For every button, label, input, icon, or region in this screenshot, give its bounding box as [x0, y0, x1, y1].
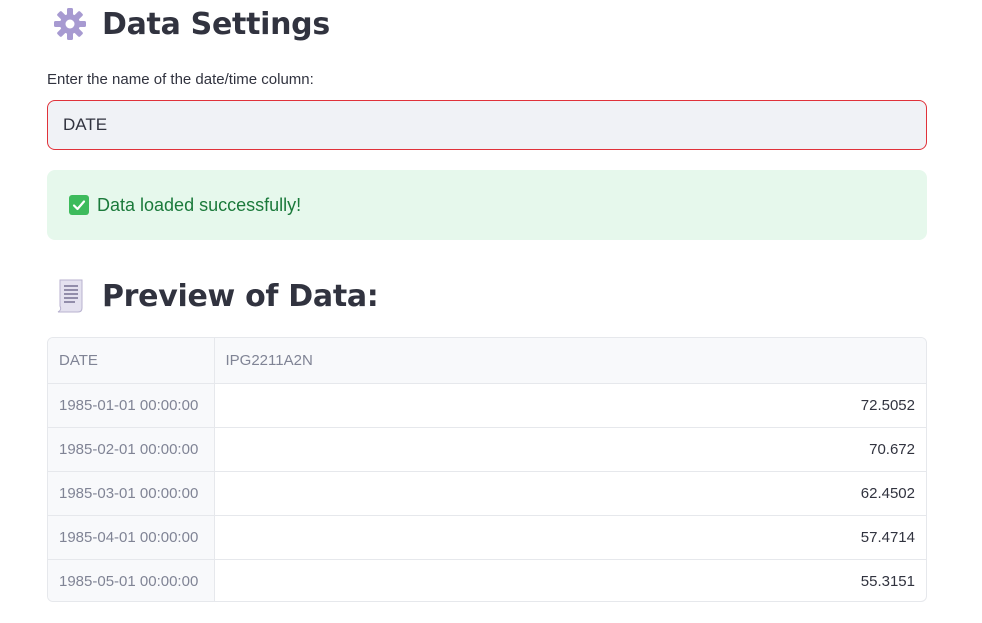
preview-title: Preview of Data:: [102, 278, 379, 314]
table-header-row: DATE IPG2211A2N: [48, 338, 926, 384]
success-message: Data loaded successfully!: [97, 194, 302, 215]
gear-icon: [50, 4, 90, 44]
table-row: 1985-02-01 00:00:00 70.672: [48, 427, 926, 472]
date-column-label: Enter the name of the date/time column:: [47, 71, 314, 88]
preview-heading: Preview of Data:: [50, 276, 379, 316]
data-preview-table[interactable]: DATE IPG2211A2N 1985-01-01 00:00:00 72.5…: [47, 337, 927, 602]
date-column-input[interactable]: [47, 100, 927, 150]
success-alert: Data loaded successfully!: [47, 170, 927, 240]
row-index-cell: 1985-04-01 00:00:00: [48, 515, 215, 560]
app-page: Data Settings Enter the name of the date…: [0, 0, 982, 623]
row-index-cell: 1985-05-01 00:00:00: [48, 559, 215, 601]
value-cell: 62.4502: [214, 471, 926, 516]
data-settings-heading: Data Settings: [50, 4, 330, 44]
table-row: 1985-04-01 00:00:00 57.4714: [48, 515, 926, 560]
table-row: 1985-05-01 00:00:00 55.3151: [48, 559, 926, 601]
value-cell: 55.3151: [860, 572, 915, 590]
row-index-cell: 1985-01-01 00:00:00: [48, 383, 215, 428]
value-cell: 57.4714: [214, 515, 926, 560]
value-cell: 72.5052: [214, 383, 926, 428]
column-header-value[interactable]: IPG2211A2N: [214, 338, 926, 384]
table-row: 1985-03-01 00:00:00 62.4502: [48, 471, 926, 516]
table-row: 1985-01-01 00:00:00 72.5052: [48, 383, 926, 428]
receipt-icon: [50, 276, 90, 316]
column-header-date[interactable]: DATE: [48, 338, 215, 384]
data-settings-title: Data Settings: [102, 6, 330, 42]
row-index-cell: 1985-03-01 00:00:00: [48, 471, 215, 516]
check-icon: [69, 195, 89, 215]
row-index-cell: 1985-02-01 00:00:00: [48, 427, 215, 472]
value-cell: 70.672: [214, 427, 926, 472]
